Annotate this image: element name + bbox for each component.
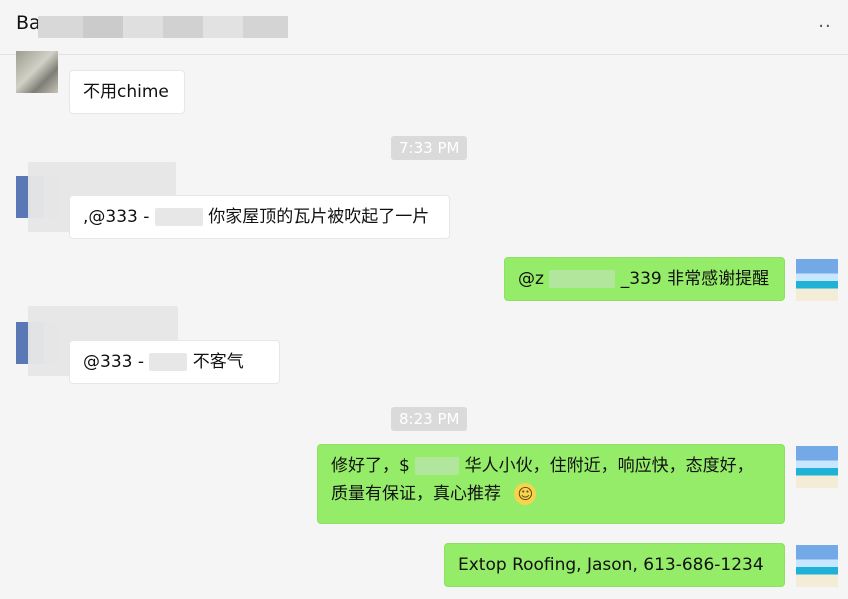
message-bubble: ,@333 - 你家屋顶的瓦片被吹起了一片 [69, 195, 450, 239]
redacted-name [549, 270, 616, 288]
message-bubble: 修好了，$ 华人小伙，住附近，响应快，态度好， 质量有保证，真心推荐 ☺ [317, 444, 785, 524]
chat-header: Ba ·· [0, 0, 848, 55]
redacted-name [149, 353, 188, 371]
contact-avatar[interactable] [16, 51, 58, 93]
my-avatar[interactable] [796, 259, 838, 301]
message-bubble: @z _339 非常感谢提醒 [504, 257, 785, 301]
chat-window: Ba ·· 不用chime 7:33 PM ,@333 - 你家屋顶的瓦片被吹起… [0, 0, 848, 599]
more-icon[interactable]: ·· [812, 14, 838, 40]
message-timestamp: 7:33 PM [391, 136, 468, 160]
redacted-name [154, 208, 203, 226]
my-avatar[interactable] [796, 446, 838, 488]
message-timestamp: 8:23 PM [391, 407, 468, 431]
chat-title: Ba [16, 12, 41, 34]
message-bubble: @333 - 不客气 [69, 340, 280, 384]
my-avatar[interactable] [796, 545, 838, 587]
smiley-emoji-icon: ☺ [514, 483, 537, 505]
title-blur [38, 16, 288, 38]
message-bubble: Extop Roofing, Jason, 613-686-1234 [444, 543, 785, 587]
message-bubble: 不用chime [69, 70, 185, 114]
redacted-price [415, 457, 460, 475]
